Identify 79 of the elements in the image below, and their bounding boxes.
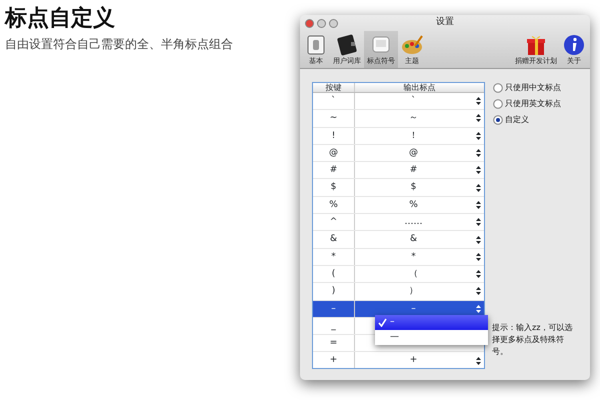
stepper-icon[interactable] xyxy=(474,182,482,193)
palette-icon xyxy=(401,34,423,56)
stepper-icon[interactable] xyxy=(474,217,482,228)
stepper-icon[interactable] xyxy=(474,286,482,296)
hint-text: 提示：输入zz，可以选择更多标点及特殊符号。 xyxy=(492,322,574,358)
key-cell: – xyxy=(331,304,336,314)
minimize-button[interactable] xyxy=(317,18,326,28)
output-cell: * xyxy=(411,252,416,262)
key-cell: ( xyxy=(332,268,336,279)
table-row[interactable]: ~ ～ xyxy=(313,110,484,128)
table-row[interactable]: & & xyxy=(313,231,484,249)
stepper-icon[interactable] xyxy=(474,130,482,141)
key-cell: _ xyxy=(331,320,336,331)
stepper-icon[interactable] xyxy=(474,148,482,158)
table-row[interactable]: # # xyxy=(313,162,484,180)
output-cell: + xyxy=(410,355,418,366)
key-cell: @ xyxy=(329,148,338,158)
output-cell: & xyxy=(410,234,418,244)
stepper-icon[interactable] xyxy=(474,200,482,210)
key-cell: ! xyxy=(332,130,336,141)
window-title: 设置 xyxy=(436,16,454,30)
key-cell: % xyxy=(329,200,338,210)
switch-icon xyxy=(305,34,327,56)
radio-option[interactable]: 只使用英文标点 xyxy=(493,98,561,110)
page-subtitle: 自由设置符合自己需要的全、半角标点组合 xyxy=(5,36,234,54)
column-header[interactable]: 输出标点 xyxy=(355,83,484,92)
gift-icon xyxy=(525,34,547,56)
key-cell: + xyxy=(330,355,338,366)
key-cell: ^ xyxy=(330,217,338,228)
table-row[interactable]: @ @ xyxy=(313,144,484,162)
table-row[interactable]: ! ！ xyxy=(313,128,484,145)
menu-item[interactable]: – xyxy=(375,315,488,330)
stepper-icon[interactable] xyxy=(474,269,482,280)
output-cell: $ xyxy=(410,182,416,192)
checkmark-icon xyxy=(378,318,387,327)
stepper-icon[interactable] xyxy=(474,165,482,176)
output-cell: ！ xyxy=(409,130,418,141)
table-row[interactable]: % % xyxy=(313,196,484,214)
output-cell: – xyxy=(411,304,416,314)
radio-icon[interactable] xyxy=(493,115,503,125)
key-cell: # xyxy=(330,165,338,176)
page-title: 标点自定义 xyxy=(5,6,116,32)
output-cell: ～ xyxy=(409,113,418,124)
radio-option[interactable]: 只使用中文标点 xyxy=(493,82,561,94)
zoom-button[interactable] xyxy=(329,18,338,28)
key-cell: = xyxy=(330,338,338,348)
close-button[interactable] xyxy=(305,18,314,28)
table-row[interactable]: ^ …… xyxy=(313,214,484,232)
radio-icon[interactable] xyxy=(493,83,503,93)
table-row[interactable]: + + xyxy=(313,352,484,368)
stepper-icon[interactable] xyxy=(474,304,482,314)
stepper-icon[interactable] xyxy=(474,234,482,245)
output-cell: …… xyxy=(404,217,422,228)
table-row[interactable]: $ $ xyxy=(313,179,484,197)
radio-option[interactable]: 自定义 xyxy=(493,114,561,126)
key-cell: ) xyxy=(332,286,336,296)
table-row[interactable]: * * xyxy=(313,248,484,266)
table-row[interactable]: ` ` xyxy=(313,93,484,110)
key-cell: & xyxy=(330,234,338,244)
stepper-icon[interactable] xyxy=(474,96,482,106)
stepper-icon[interactable] xyxy=(474,113,482,124)
stepper-icon[interactable] xyxy=(474,356,482,366)
output-cell: ） xyxy=(409,286,418,296)
key-cell: ` xyxy=(331,96,336,106)
stepper-icon[interactable] xyxy=(474,252,482,262)
menu-item[interactable]: — xyxy=(375,330,488,345)
output-cell: # xyxy=(410,165,418,176)
key-cell: * xyxy=(331,252,336,262)
output-cell: ` xyxy=(411,96,416,106)
radio-icon[interactable] xyxy=(493,99,503,109)
info-icon xyxy=(563,34,585,56)
output-cell: % xyxy=(409,200,418,210)
column-header[interactable]: 按键 xyxy=(313,83,355,92)
key-cell: ~ xyxy=(330,113,338,124)
output-cell: （ xyxy=(409,268,418,279)
table-row[interactable]: ( （ xyxy=(313,266,484,284)
key-cell: $ xyxy=(330,182,336,192)
output-cell: @ xyxy=(409,148,418,158)
key-icon xyxy=(370,34,392,56)
